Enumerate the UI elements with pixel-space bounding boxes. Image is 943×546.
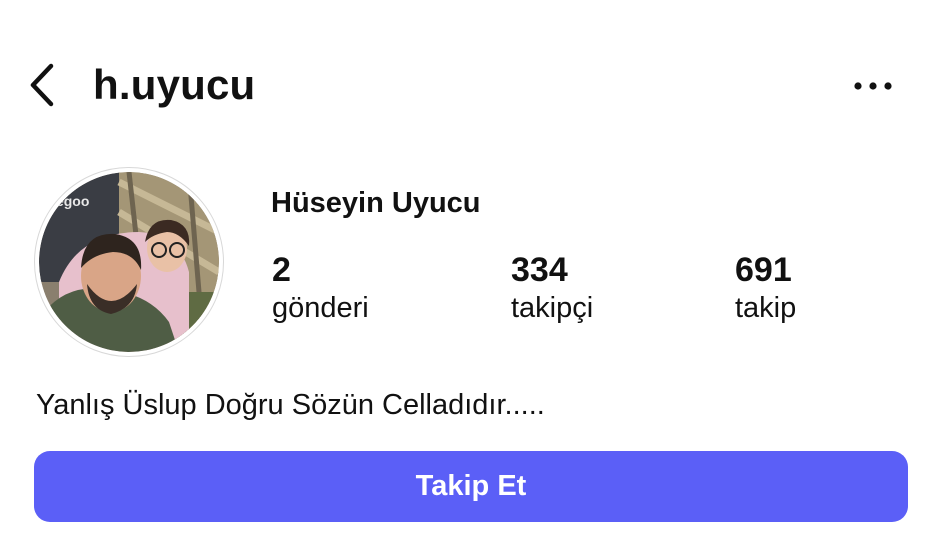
stat-following[interactable]: 691 takip [735,250,796,326]
follow-button[interactable]: Takip Et [34,451,908,522]
chevron-left-icon [30,63,54,107]
stat-posts-label: gönderi [272,292,369,324]
profile-page: h.uyucu Wegoo Hüseyin Uyucu 2 gönderi 33… [0,0,943,546]
profile-full-name: Hüseyin Uyucu [271,187,481,219]
stat-followers-label: takipçi [511,292,594,324]
more-options-button[interactable] [848,66,898,106]
top-bar: h.uyucu [0,0,943,170]
more-horizontal-icon [854,82,892,90]
avatar-photo: Wegoo [39,172,219,352]
avatar-wall-text: Wegoo [43,193,89,209]
stat-posts[interactable]: 2 gönderi [272,250,369,326]
avatar[interactable]: Wegoo [34,167,224,357]
profile-username: h.uyucu [93,61,256,108]
stat-followers[interactable]: 334 takipçi [511,250,593,326]
back-button[interactable] [22,60,62,110]
stat-posts-value: 2 [272,251,291,289]
stat-followers-value: 334 [511,251,568,289]
stat-following-value: 691 [735,251,792,289]
profile-bio: Yanlış Üslup Doğru Sözün Celladıdır..... [36,389,545,421]
stat-following-label: takip [735,292,797,324]
